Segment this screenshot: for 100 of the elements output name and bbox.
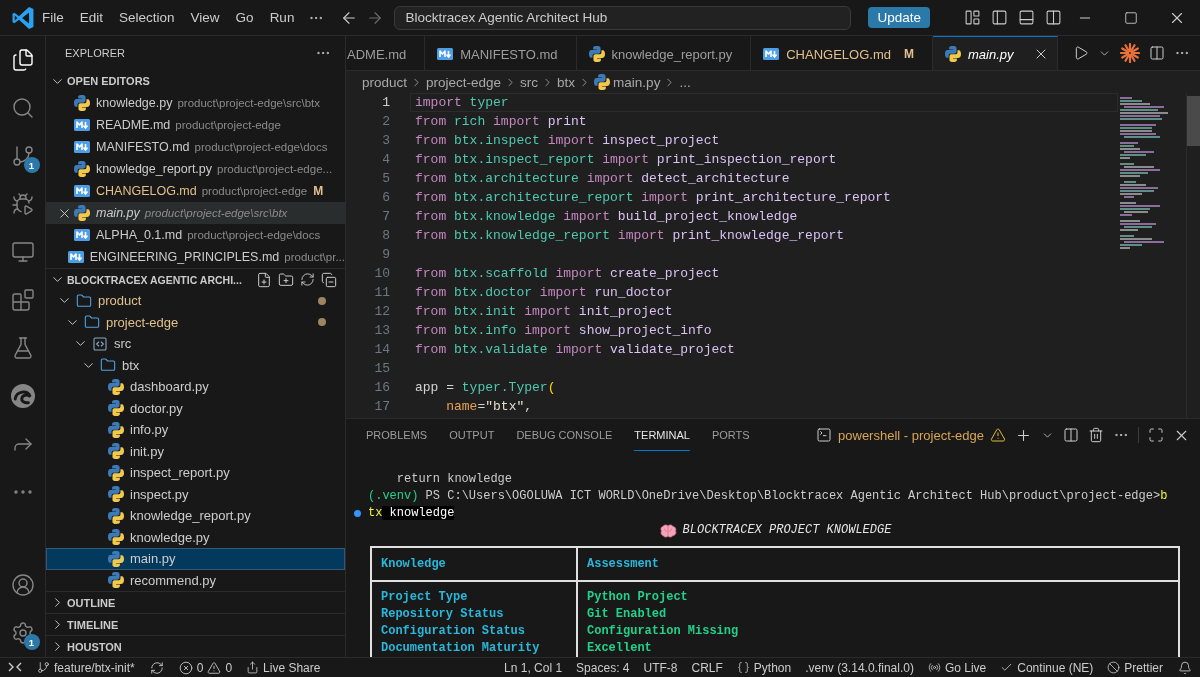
go-live-button[interactable]: Go Live xyxy=(920,658,994,677)
table-cell-text: Configuration Status xyxy=(381,623,527,640)
tree-item[interactable]: recommend.py xyxy=(46,569,345,591)
layout-icon[interactable] xyxy=(964,9,981,26)
section-header[interactable]: HOUSTON xyxy=(46,635,337,657)
run-icon[interactable] xyxy=(1073,45,1089,61)
new-file-icon[interactable] xyxy=(256,271,272,288)
breadcrumb[interactable]: product xyxy=(362,74,408,90)
panel-tab[interactable]: TERMINAL xyxy=(634,419,690,451)
menu-item[interactable]: Selection xyxy=(111,6,183,29)
section-header[interactable]: OUTLINE xyxy=(46,591,337,614)
breadcrumb[interactable]: btx xyxy=(557,74,576,90)
status-item[interactable]: .venv (3.14.0.final.0) xyxy=(798,658,921,677)
tree-item[interactable]: dashboard.py xyxy=(46,376,345,398)
tree-item[interactable]: knowledge.py xyxy=(46,526,345,548)
continue-button[interactable]: Continue (NE) xyxy=(993,658,1101,677)
python-file-icon xyxy=(108,400,124,417)
columns-icon[interactable] xyxy=(1045,9,1062,26)
problems-status[interactable]: 0 0 xyxy=(171,658,240,677)
bell-icon[interactable] xyxy=(1178,660,1192,675)
folder-item[interactable]: project-edge xyxy=(46,311,345,333)
panel-tab[interactable]: OUTPUT xyxy=(449,419,495,451)
terminal-selector[interactable]: powershell - project-edge xyxy=(816,427,1006,443)
open-editor-item[interactable]: README.md product\project-edge xyxy=(46,114,345,136)
open-editor-item[interactable]: MANIFESTO.md product\project-edge\docs xyxy=(46,136,345,158)
folder-item[interactable]: src xyxy=(46,333,345,355)
new-folder-icon[interactable] xyxy=(278,271,294,288)
menu-item[interactable]: File xyxy=(34,6,72,29)
open-editor-item[interactable]: knowledge.py product\project-edge\src\btx xyxy=(46,92,345,114)
status-item[interactable]: UTF-8 xyxy=(636,658,685,677)
files-icon[interactable] xyxy=(10,48,35,72)
scrollbar-thumb xyxy=(1187,96,1200,146)
open-editor-item[interactable]: knowledge_report.py product\project-edge... xyxy=(46,158,345,180)
panel-tab[interactable]: PORTS xyxy=(711,419,750,451)
menu-item[interactable]: Run xyxy=(261,6,303,29)
search-icon[interactable] xyxy=(10,96,35,120)
open-editor-item[interactable]: ENGINEERING_PRINCIPLES.md product\pr... xyxy=(46,246,345,268)
menu-item[interactable]: Edit xyxy=(71,6,112,29)
menu-item[interactable]: View xyxy=(182,6,228,29)
tree-item[interactable]: knowledge_report.py xyxy=(46,505,345,527)
update-button[interactable]: Update xyxy=(868,7,930,28)
breadcrumb[interactable]: ... xyxy=(679,74,691,90)
tree-item[interactable]: init.py xyxy=(46,440,345,462)
git-branch-icon[interactable] xyxy=(10,144,35,168)
trash-icon[interactable] xyxy=(1088,427,1104,443)
tree-item[interactable]: info.py xyxy=(46,419,345,441)
remote-icon[interactable] xyxy=(8,662,22,673)
section-header[interactable]: TIMELINE xyxy=(46,613,337,636)
blocks-icon[interactable] xyxy=(10,288,35,312)
python-file-icon xyxy=(74,205,90,221)
markdown-file-icon xyxy=(67,251,84,263)
menu-item[interactable]: Go xyxy=(227,6,262,29)
panel-left-icon[interactable] xyxy=(991,9,1008,26)
open-editor-item[interactable]: CHANGELOG.md product\project-edge M xyxy=(46,180,345,202)
command-center[interactable]: Blocktracex Agentic Architect Hub xyxy=(394,5,852,30)
starburst-icon[interactable] xyxy=(1120,43,1140,63)
breadcrumb[interactable]: src xyxy=(520,74,539,90)
branch-status[interactable]: feature/btx-init* xyxy=(30,658,142,677)
file-path: product\project-edge\docs xyxy=(194,141,328,153)
settings-icon[interactable] xyxy=(10,621,35,645)
line-number: 3 xyxy=(381,132,391,150)
tree-item[interactable]: inspect.py xyxy=(46,483,345,505)
tree-item[interactable]: doctor.py xyxy=(46,397,345,419)
section-header[interactable]: OPEN EDITORS xyxy=(46,70,337,92)
open-editor-item[interactable]: main.py product\project-edge\src\btx xyxy=(46,202,345,224)
section-header[interactable]: BLOCKTRACEX AGENTIC ARCHI... xyxy=(46,268,256,291)
status-item[interactable]: CRLF xyxy=(684,658,730,677)
panel-tab[interactable]: DEBUG CONSOLE xyxy=(516,419,613,451)
table-cell-text: Documentation Maturity xyxy=(381,640,541,657)
tree-item[interactable]: inspect_report.py xyxy=(46,462,345,484)
prettier-status[interactable]: Prettier xyxy=(1100,658,1170,677)
file-path: product\pr... xyxy=(284,251,345,263)
panel-bottom-icon[interactable] xyxy=(1018,9,1035,26)
column-header: Knowledge xyxy=(372,548,578,580)
tree-item[interactable]: main.py xyxy=(46,548,345,570)
split-terminal-icon[interactable] xyxy=(1063,427,1079,443)
breadcrumb[interactable]: project-edge xyxy=(426,74,502,90)
live-share-button[interactable]: Live Share xyxy=(239,658,328,677)
monitor-icon[interactable] xyxy=(10,240,35,264)
maximize-panel-icon[interactable] xyxy=(1148,427,1164,443)
panel-tab[interactable]: PROBLEMS xyxy=(366,419,428,451)
collapse-icon[interactable] xyxy=(321,271,337,288)
refresh-icon[interactable] xyxy=(300,272,315,287)
maximize-icon[interactable] xyxy=(1124,10,1138,25)
markdown-file-icon xyxy=(74,229,90,241)
status-item[interactable]: Spaces: 4 xyxy=(569,658,637,677)
breadcrumb[interactable]: main.py xyxy=(613,74,661,90)
bug-play-icon[interactable] xyxy=(10,192,35,216)
folder-item[interactable]: product xyxy=(46,290,345,312)
table-cell-text: Repository Status xyxy=(381,606,505,623)
status-item[interactable]: Ln 1, Col 1 xyxy=(497,658,570,677)
sync-icon[interactable] xyxy=(149,660,164,675)
language-status[interactable]: Python xyxy=(729,658,799,677)
folder-item[interactable]: btx xyxy=(46,354,345,376)
swirl-icon[interactable] xyxy=(10,384,35,408)
editor-tab[interactable]: ADME.md xyxy=(346,36,426,70)
split-editor-icon[interactable] xyxy=(1149,45,1165,61)
editor-tab[interactable]: main.py xyxy=(932,36,1058,70)
account-icon[interactable] xyxy=(10,573,35,597)
open-editor-item[interactable]: ALPHA_0.1.md product\project-edge\docs xyxy=(46,224,345,246)
